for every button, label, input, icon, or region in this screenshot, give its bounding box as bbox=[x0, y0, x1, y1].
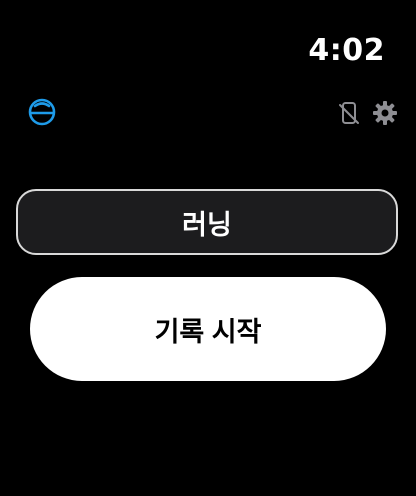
start-recording-button[interactable]: 기록 시작 bbox=[30, 277, 386, 381]
gear-icon[interactable] bbox=[372, 100, 398, 126]
watch-screen: 4:02 러닝 기록 시작 bbox=[0, 0, 416, 496]
top-icons bbox=[336, 100, 398, 126]
phone-disconnected-icon bbox=[339, 102, 359, 124]
app-logo-icon bbox=[28, 98, 56, 126]
activity-type-button[interactable]: 러닝 bbox=[16, 189, 398, 255]
status-time: 4:02 bbox=[308, 33, 385, 68]
